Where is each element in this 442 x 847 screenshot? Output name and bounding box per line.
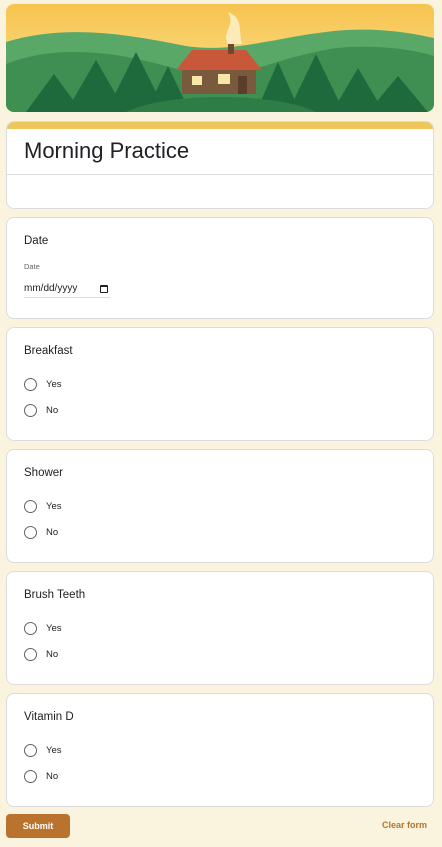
- radio-button[interactable]: [24, 525, 37, 539]
- form-header-card: Morning Practice: [6, 121, 434, 209]
- date-input[interactable]: mm/dd/yyyy: [24, 280, 110, 298]
- radio-button[interactable]: [24, 769, 37, 783]
- radio-button[interactable]: [24, 377, 37, 391]
- option-label: Yes: [46, 500, 62, 512]
- option-label: No: [46, 526, 59, 538]
- radio-button[interactable]: [24, 403, 37, 417]
- radio-option-no[interactable]: No: [24, 646, 58, 662]
- option-label: Yes: [46, 378, 62, 390]
- form-title: Morning Practice: [24, 138, 190, 163]
- radio-button[interactable]: [24, 499, 37, 513]
- radio-option-yes[interactable]: Yes: [24, 498, 62, 514]
- radio-option-yes[interactable]: Yes: [24, 620, 62, 636]
- option-label: No: [46, 648, 59, 660]
- submit-button[interactable]: Submit: [6, 814, 70, 838]
- question-card-date: Date Date mm/dd/yyyy: [6, 217, 434, 319]
- option-label: No: [46, 770, 59, 782]
- question-card-brush-teeth: Brush Teeth Yes No: [6, 571, 434, 685]
- option-label: Yes: [46, 744, 62, 756]
- question-title: Date: [24, 235, 49, 247]
- accent-bar: [7, 122, 433, 129]
- radio-button[interactable]: [24, 621, 37, 635]
- date-placeholder: mm/dd/yyyy: [24, 283, 78, 294]
- question-card-shower: Shower Yes No: [6, 449, 434, 563]
- radio-option-yes[interactable]: Yes: [24, 376, 62, 392]
- question-card-vitamin-d: Vitamin D Yes No: [6, 693, 434, 807]
- question-title: Vitamin D: [24, 711, 74, 723]
- option-label: No: [46, 404, 59, 416]
- option-label: Yes: [46, 622, 62, 634]
- date-field-label: Date: [24, 262, 40, 271]
- clear-form-button[interactable]: Clear form: [382, 820, 427, 830]
- radio-button[interactable]: [24, 743, 37, 757]
- question-title: Brush Teeth: [24, 589, 86, 601]
- calendar-icon[interactable]: [100, 284, 108, 293]
- radio-option-no[interactable]: No: [24, 402, 58, 418]
- radio-option-no[interactable]: No: [24, 524, 58, 540]
- radio-button[interactable]: [24, 647, 37, 661]
- header-banner-image: [6, 4, 434, 112]
- question-title: Shower: [24, 467, 63, 479]
- divider: [7, 174, 433, 175]
- radio-option-yes[interactable]: Yes: [24, 742, 62, 758]
- question-card-breakfast: Breakfast Yes No: [6, 327, 434, 441]
- radio-option-no[interactable]: No: [24, 768, 58, 784]
- question-title: Breakfast: [24, 345, 73, 357]
